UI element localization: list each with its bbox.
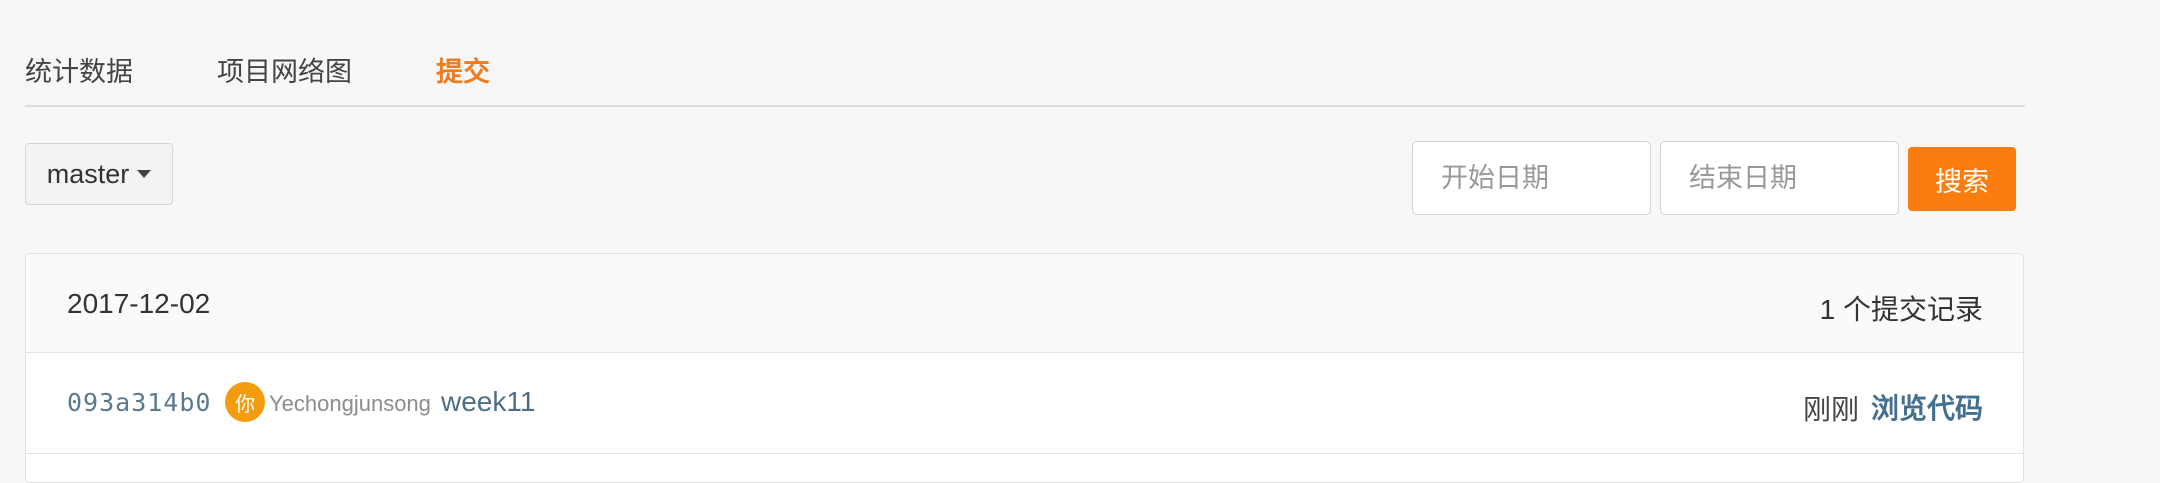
commit-count: 1 个提交记录 bbox=[1819, 294, 1983, 325]
tab-statistics[interactable]: 统计数据 bbox=[25, 50, 133, 89]
branch-selector[interactable]: master bbox=[25, 143, 173, 205]
end-date-input[interactable] bbox=[1660, 141, 1899, 215]
author-name[interactable]: Yechongjunsong bbox=[269, 391, 431, 417]
start-date-input[interactable] bbox=[1412, 141, 1651, 215]
avatar: 你 bbox=[225, 382, 265, 422]
commit-group-header: 2017-12-02 1 个提交记录 bbox=[26, 254, 2023, 353]
tab-bar: 统计数据 项目网络图 提交 bbox=[25, 0, 2025, 107]
commit-row: 093a314b0 你 Yechongjunsong week11 刚刚 浏览代… bbox=[26, 353, 2023, 454]
commit-group-panel: 2017-12-02 1 个提交记录 093a314b0 你 Yechongju… bbox=[25, 253, 2024, 483]
commit-message-link[interactable]: week11 bbox=[441, 386, 535, 418]
commit-time: 刚刚 bbox=[1802, 394, 1859, 425]
search-button[interactable]: 搜索 bbox=[1908, 147, 2016, 211]
tab-network-graph[interactable]: 项目网络图 bbox=[217, 50, 352, 89]
branch-label: master bbox=[46, 158, 130, 189]
commit-sha-link[interactable]: 093a314b0 bbox=[67, 388, 211, 417]
caret-down-icon bbox=[137, 170, 152, 178]
browse-code-link[interactable]: 浏览代码 bbox=[1871, 387, 1983, 427]
group-date: 2017-12-02 bbox=[67, 288, 211, 319]
tab-commits[interactable]: 提交 bbox=[436, 50, 490, 89]
